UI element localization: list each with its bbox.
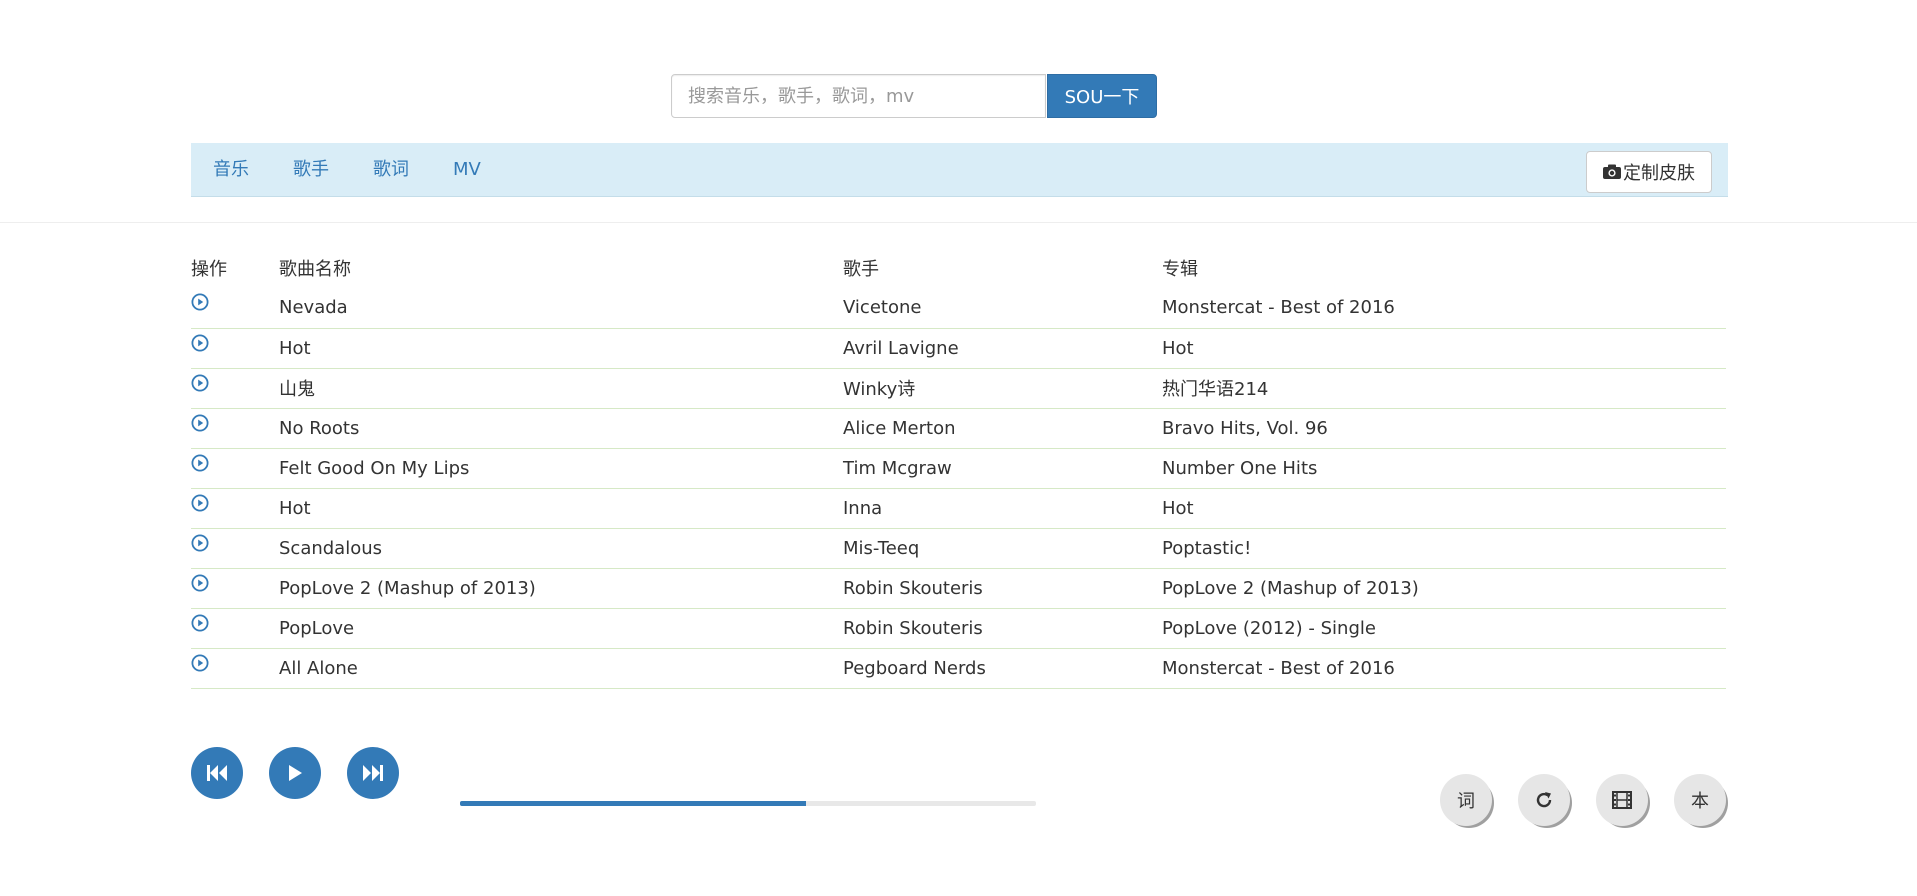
search-button[interactable]: SOU一下 [1047, 74, 1157, 118]
header-artist: 歌手 [843, 259, 879, 280]
row-operation [191, 328, 279, 369]
song-album: Monstercat - Best of 2016 [1162, 648, 1726, 689]
local-button[interactable]: 本 [1674, 774, 1726, 826]
play-circle-icon[interactable] [191, 614, 209, 632]
table-row[interactable]: PopLove 2 (Mashup of 2013) Robin Skouter… [191, 568, 1726, 609]
next-button[interactable] [347, 747, 399, 799]
next-icon [363, 765, 383, 781]
song-album: Monstercat - Best of 2016 [1162, 288, 1726, 329]
lyrics-button-label: 词 [1457, 791, 1475, 812]
search-area: SOU一下 [671, 74, 1157, 118]
song-name: Felt Good On My Lips [279, 448, 843, 489]
film-icon [1612, 791, 1632, 809]
nav-item-mv[interactable]: MV [453, 143, 481, 197]
play-circle-icon[interactable] [191, 293, 209, 311]
song-artist: Mis-Teeq [843, 528, 1162, 569]
song-album: PopLove 2 (Mashup of 2013) [1162, 568, 1726, 609]
customize-skin-button[interactable]: 定制皮肤 [1586, 151, 1712, 193]
row-operation [191, 368, 279, 409]
play-circle-icon[interactable] [191, 654, 209, 672]
song-album: Poptastic! [1162, 528, 1726, 569]
table-row[interactable]: 山鬼 Winky诗 热门华语214 [191, 368, 1726, 409]
row-operation [191, 648, 279, 689]
table-row[interactable]: Hot Inna Hot [191, 488, 1726, 529]
header-song-name: 歌曲名称 [279, 259, 351, 280]
song-name: PopLove [279, 608, 843, 649]
song-artist: Winky诗 [843, 368, 1162, 409]
song-name: All Alone [279, 648, 843, 689]
camera-icon [1603, 164, 1621, 179]
lyrics-button[interactable]: 词 [1440, 774, 1492, 826]
song-artist: Tim Mcgraw [843, 448, 1162, 489]
row-operation [191, 608, 279, 649]
navbar: 音乐 歌手 歌词 MV 定制皮肤 [191, 143, 1728, 197]
nav-item-artist[interactable]: 歌手 [293, 143, 329, 197]
progress-fill [460, 801, 806, 806]
song-name: Hot [279, 328, 843, 369]
row-operation [191, 528, 279, 569]
table-row[interactable]: No Roots Alice Merton Bravo Hits, Vol. 9… [191, 408, 1726, 449]
play-circle-icon[interactable] [191, 374, 209, 392]
song-album: Hot [1162, 328, 1726, 369]
divider [0, 222, 1917, 223]
song-name: Nevada [279, 288, 843, 329]
progress-bar[interactable] [460, 801, 1036, 806]
song-album: 热门华语214 [1162, 368, 1726, 409]
table-row[interactable]: All Alone Pegboard Nerds Monstercat - Be… [191, 648, 1726, 689]
song-artist: Inna [843, 488, 1162, 529]
song-name: 山鬼 [279, 368, 843, 409]
previous-icon [207, 765, 227, 781]
mv-button[interactable] [1596, 774, 1648, 826]
song-name: Scandalous [279, 528, 843, 569]
song-artist: Pegboard Nerds [843, 648, 1162, 689]
row-operation [191, 488, 279, 529]
play-circle-icon[interactable] [191, 454, 209, 472]
row-operation [191, 448, 279, 489]
song-name: Hot [279, 488, 843, 529]
play-button[interactable] [269, 747, 321, 799]
song-album: Bravo Hits, Vol. 96 [1162, 408, 1726, 449]
play-circle-icon[interactable] [191, 414, 209, 432]
play-circle-icon[interactable] [191, 574, 209, 592]
row-operation [191, 568, 279, 609]
song-artist: Alice Merton [843, 408, 1162, 449]
play-circle-icon[interactable] [191, 534, 209, 552]
row-operation [191, 288, 279, 329]
table-header-row: 操作 歌曲名称 歌手 专辑 [191, 248, 1726, 288]
song-artist: Robin Skouteris [843, 608, 1162, 649]
table-row[interactable]: Hot Avril Lavigne Hot [191, 328, 1726, 369]
song-artist: Avril Lavigne [843, 328, 1162, 369]
local-button-label: 本 [1691, 791, 1709, 812]
refresh-icon [1536, 792, 1552, 808]
table-row[interactable]: Scandalous Mis-Teeq Poptastic! [191, 528, 1726, 569]
table-row[interactable]: PopLove Robin Skouteris PopLove (2012) -… [191, 608, 1726, 649]
row-operation [191, 408, 279, 449]
refresh-button[interactable] [1518, 774, 1570, 826]
song-artist: Robin Skouteris [843, 568, 1162, 609]
song-artist: Vicetone [843, 288, 1162, 329]
nav-item-music[interactable]: 音乐 [213, 143, 249, 197]
customize-skin-label: 定制皮肤 [1623, 163, 1695, 184]
play-icon [289, 765, 302, 781]
play-circle-icon[interactable] [191, 494, 209, 512]
play-circle-icon[interactable] [191, 334, 209, 352]
song-name: PopLove 2 (Mashup of 2013) [279, 568, 843, 609]
previous-button[interactable] [191, 747, 243, 799]
table-row[interactable]: Nevada Vicetone Monstercat - Best of 201… [191, 288, 1726, 329]
search-input[interactable] [671, 74, 1046, 118]
song-album: Number One Hits [1162, 448, 1726, 489]
song-table: 操作 歌曲名称 歌手 专辑 Nevada Vicetone Monstercat… [191, 248, 1726, 689]
song-album: Hot [1162, 488, 1726, 529]
song-album: PopLove (2012) - Single [1162, 608, 1726, 649]
header-album: 专辑 [1162, 259, 1198, 280]
table-row[interactable]: Felt Good On My Lips Tim Mcgraw Number O… [191, 448, 1726, 489]
nav-item-lyrics[interactable]: 歌词 [373, 143, 409, 197]
song-name: No Roots [279, 408, 843, 449]
header-operation: 操作 [191, 259, 227, 280]
